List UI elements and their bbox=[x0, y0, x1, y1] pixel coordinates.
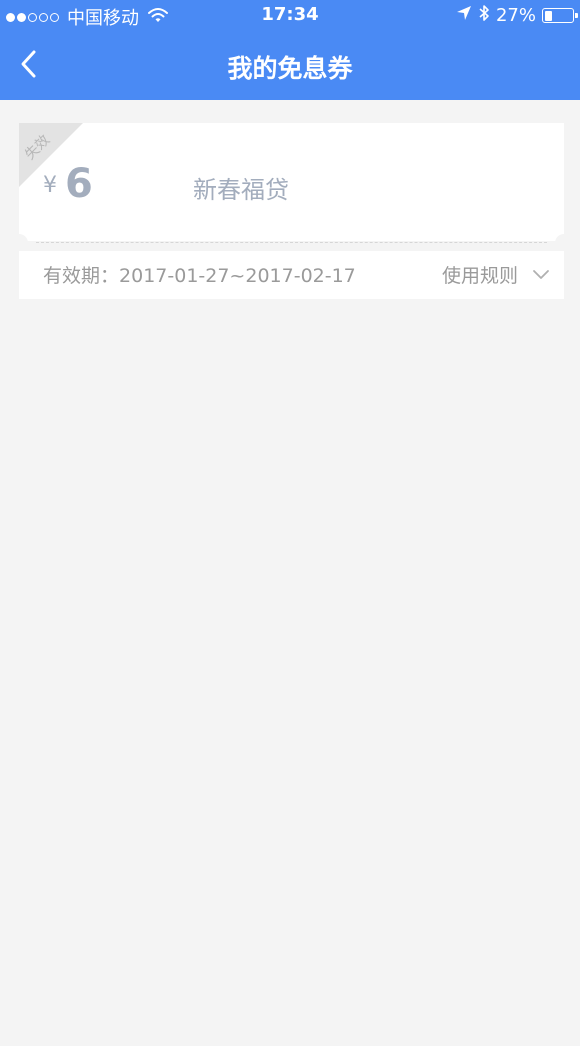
coupon-main: 失效 ¥ 6 新春福贷 bbox=[19, 123, 564, 241]
validity-range: 2017-01-27~2017-02-17 bbox=[119, 265, 356, 287]
coupon-footer: 有效期：2017-01-27~2017-02-17 使用规则 bbox=[19, 251, 564, 299]
status-bar: 中国移动 17:34 27% bbox=[0, 0, 580, 30]
status-bar-right: 27% bbox=[450, 4, 578, 27]
dashed-divider bbox=[36, 242, 547, 243]
right-notch bbox=[555, 234, 573, 252]
chevron-down-icon bbox=[533, 270, 549, 279]
location-arrow-icon bbox=[456, 5, 472, 26]
coupon-amount: 6 bbox=[65, 161, 93, 207]
battery-percent: 27% bbox=[495, 5, 536, 26]
validity-label: 有效期： bbox=[43, 265, 120, 287]
nav-bar: 我的免息券 bbox=[0, 32, 580, 98]
bluetooth-icon bbox=[478, 4, 490, 27]
coupon-card[interactable]: 失效 ¥ 6 新春福贷 有效期：2017-01-27~2017-02-17 使用… bbox=[10, 123, 573, 299]
currency-symbol: ¥ bbox=[43, 173, 57, 198]
header: 中国移动 17:34 27% 我的免息券 bbox=[0, 0, 580, 100]
left-notch bbox=[10, 234, 28, 252]
usage-rules-toggle[interactable]: 使用规则 bbox=[442, 259, 550, 289]
coupon-name: 新春福贷 bbox=[193, 176, 289, 204]
battery-icon bbox=[542, 8, 578, 23]
validity-text: 有效期：2017-01-27~2017-02-17 bbox=[43, 261, 356, 288]
usage-rules-label: 使用规则 bbox=[441, 264, 518, 287]
page-title: 我的免息券 bbox=[227, 54, 353, 83]
